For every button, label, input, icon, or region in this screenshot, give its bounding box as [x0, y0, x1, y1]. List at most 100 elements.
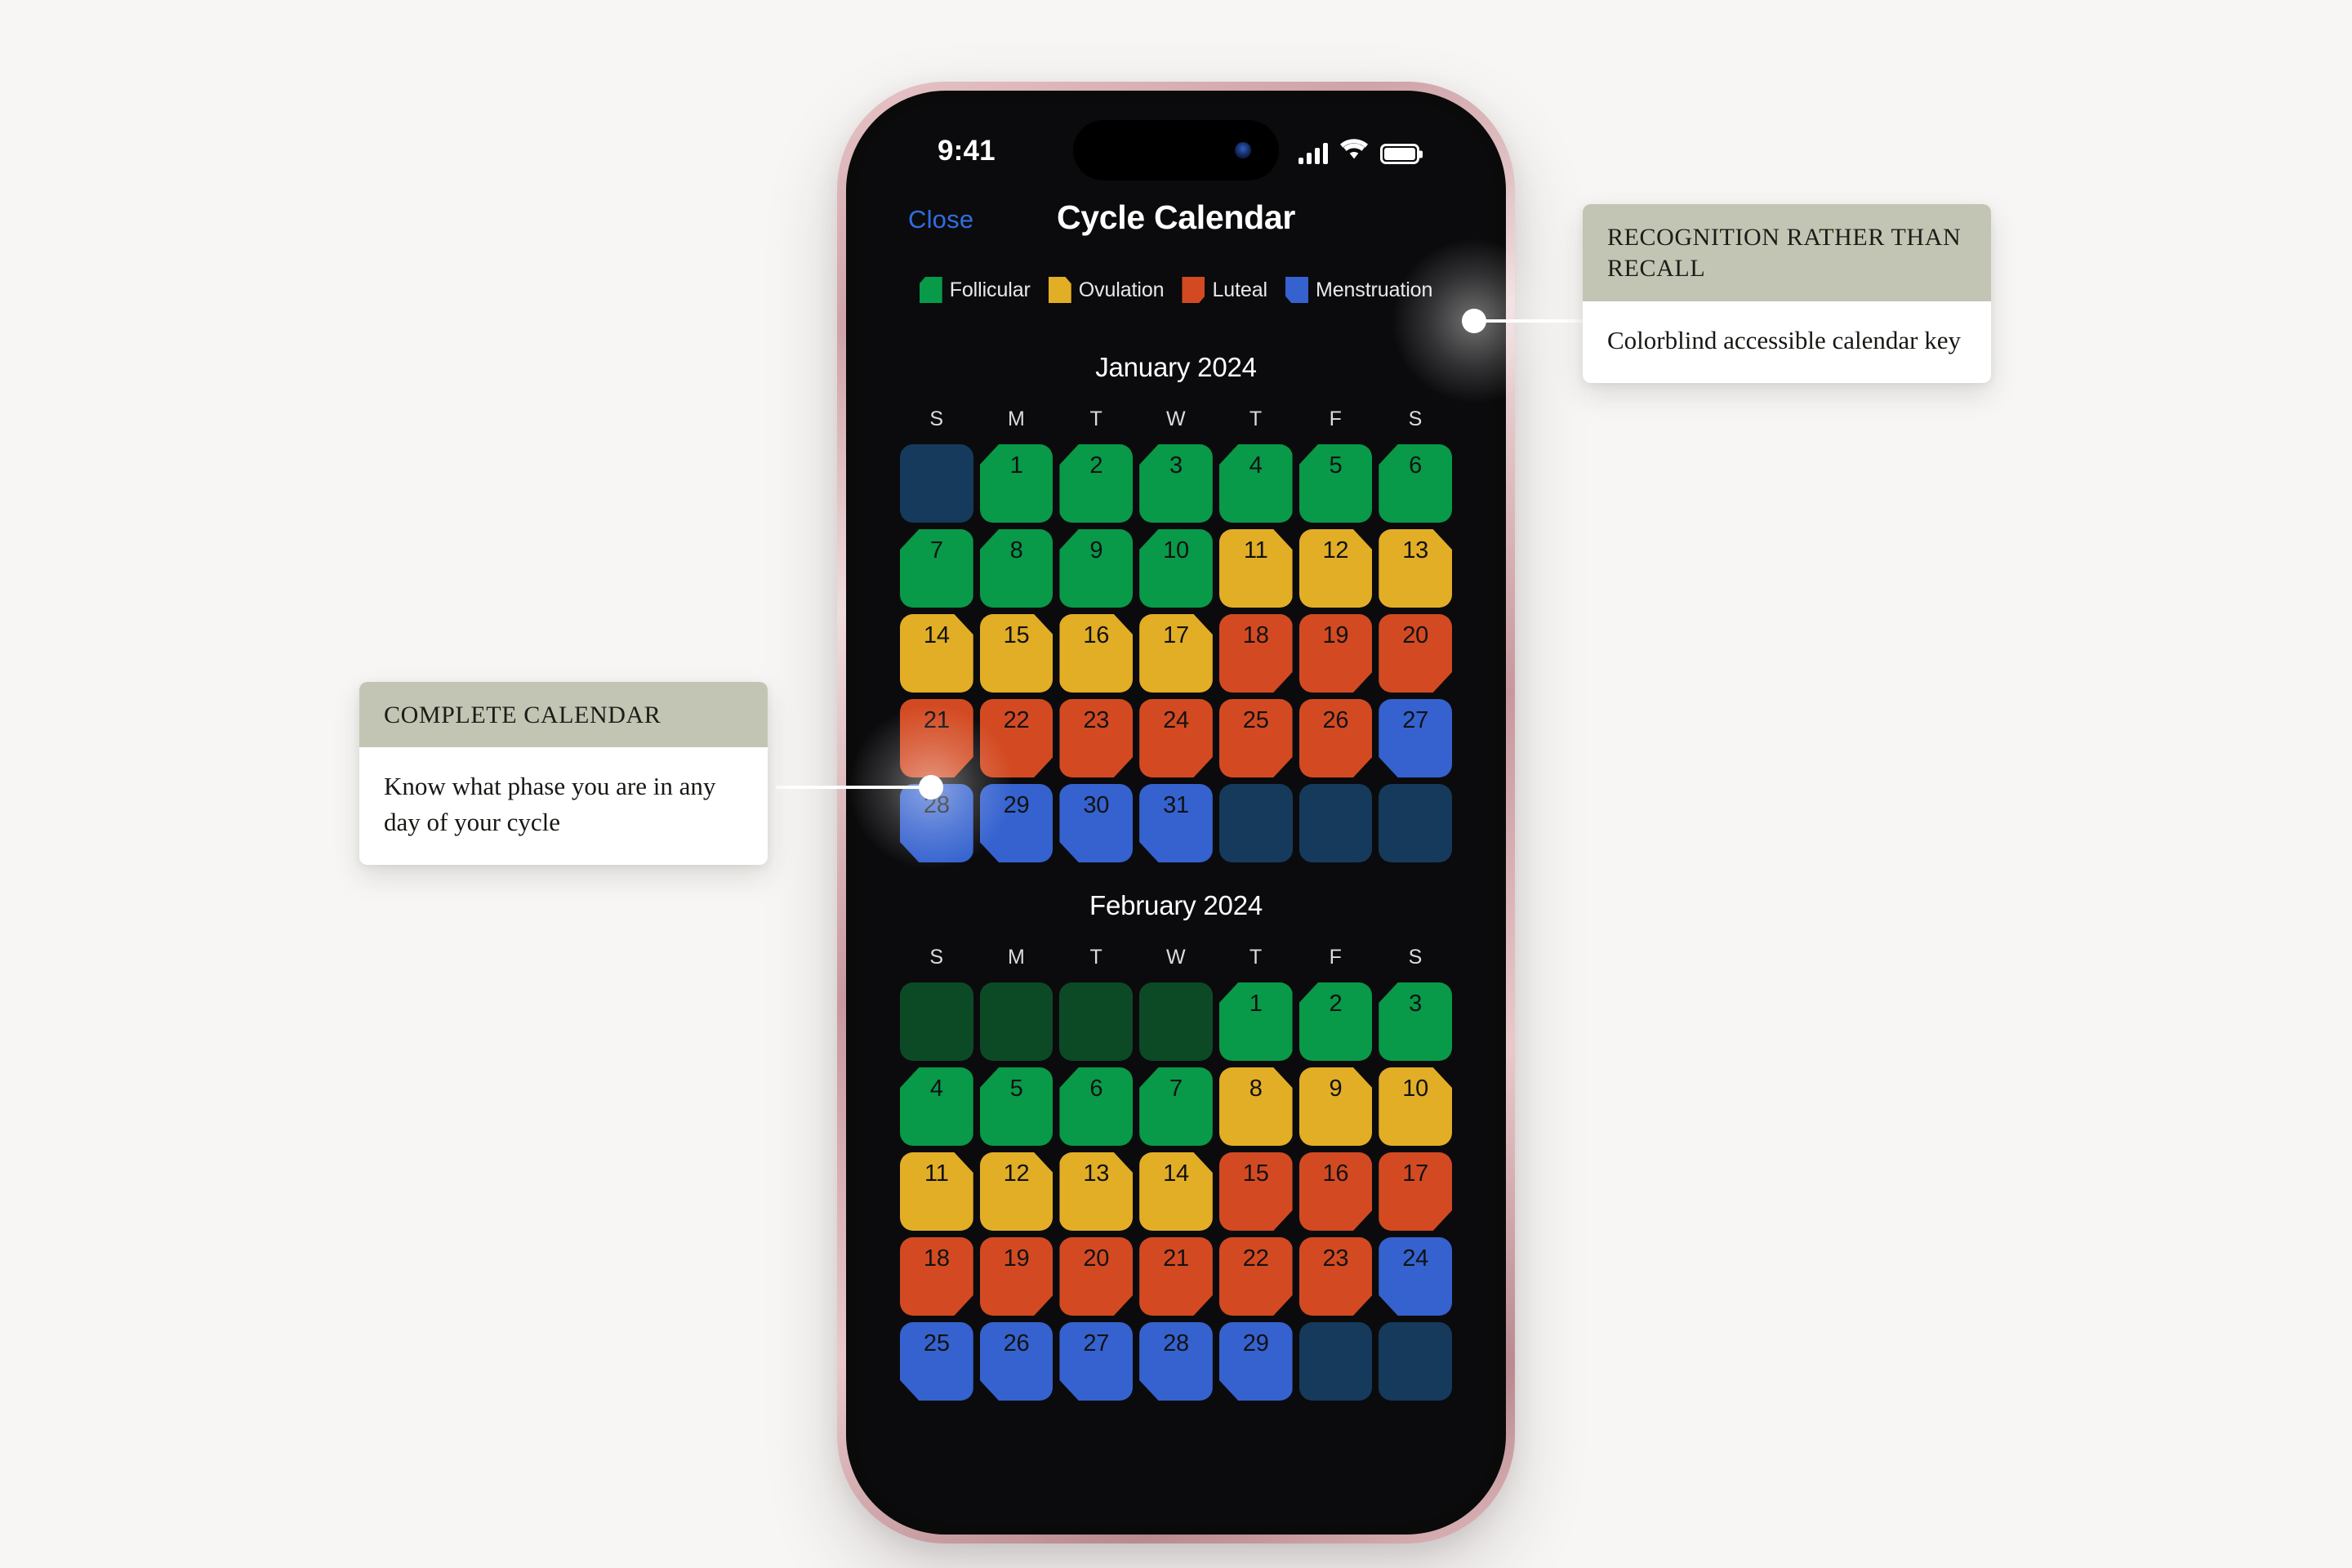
day-number: 2 — [1329, 991, 1343, 1017]
day-cell[interactable]: 5 — [979, 1067, 1054, 1146]
weekday-label: T — [1249, 408, 1263, 430]
calendar-scroll-area[interactable]: January 2024 S M T W T F S 1 2 3 4 5 6 7 8 9 10 11 12 13 14 15… — [858, 310, 1494, 1401]
weekday-label: W — [1166, 408, 1186, 430]
day-cell[interactable]: 4 — [900, 1067, 973, 1146]
day-number: 12 — [1003, 1160, 1030, 1187]
day-cell[interactable]: 16 — [1298, 1152, 1373, 1231]
day-cell[interactable]: 12 — [979, 1152, 1054, 1231]
day-cell[interactable]: 24 — [1379, 1237, 1452, 1316]
day-cell[interactable]: 22 — [1218, 1237, 1293, 1316]
front-camera-icon — [1235, 142, 1251, 158]
day-cell[interactable]: 23 — [1298, 1237, 1373, 1316]
day-cell[interactable]: 7 — [900, 529, 973, 608]
day-cell[interactable]: 11 — [900, 1152, 973, 1231]
dynamic-island — [1073, 120, 1279, 180]
connector-line-right — [1478, 319, 1588, 323]
day-cell[interactable]: 7 — [1139, 1067, 1213, 1146]
day-cell[interactable]: 23 — [1059, 699, 1134, 777]
day-cell[interactable]: 20 — [1059, 1237, 1134, 1316]
close-button[interactable]: Close — [908, 205, 973, 234]
day-number: 6 — [1089, 1076, 1103, 1102]
day-number: 20 — [1402, 622, 1429, 648]
day-cell[interactable]: 1 — [979, 444, 1054, 523]
day-number: 26 — [1003, 1330, 1030, 1356]
day-cell-empty — [1059, 982, 1134, 1061]
day-cell[interactable]: 8 — [1218, 1067, 1293, 1146]
day-cell[interactable]: 21 — [900, 699, 973, 777]
day-cell[interactable]: 19 — [979, 1237, 1054, 1316]
phone-screen: 9:41 Close Cycle Calendar Follicular Ovu… — [858, 102, 1494, 1523]
weekday-header-row: SMTWTFS — [900, 408, 1452, 431]
day-cell[interactable]: 16 — [1059, 614, 1134, 693]
weekday-label: M — [1007, 408, 1026, 430]
day-cell[interactable]: 26 — [979, 1322, 1054, 1401]
day-cell[interactable]: 26 — [1298, 699, 1373, 777]
day-grid: 1 2 3 4 5 6 7 8 9 10 11 12 13 14 15 16 17 18 19 20 21 22 23 24 2… — [900, 444, 1452, 862]
day-cell[interactable]: 25 — [900, 1322, 973, 1401]
day-number: 8 — [1249, 1076, 1263, 1102]
cellular-signal-icon — [1298, 143, 1328, 164]
day-cell[interactable]: 10 — [1139, 529, 1213, 608]
day-cell[interactable]: 18 — [1218, 614, 1293, 693]
weekday-label: W — [1166, 946, 1186, 969]
day-cell[interactable]: 29 — [979, 784, 1054, 862]
day-number: 30 — [1083, 792, 1110, 818]
legend-item-luteal: Luteal — [1182, 277, 1267, 303]
legend-swatch-icon — [1048, 277, 1071, 303]
status-bar: 9:41 — [858, 102, 1494, 194]
day-cell[interactable]: 5 — [1298, 444, 1373, 523]
day-cell[interactable]: 17 — [1139, 614, 1213, 693]
day-cell[interactable]: 29 — [1218, 1322, 1293, 1401]
month-title: February 2024 — [1089, 890, 1263, 920]
day-cell[interactable]: 14 — [900, 614, 973, 693]
day-cell[interactable]: 20 — [1379, 614, 1452, 693]
day-number: 17 — [1163, 622, 1189, 648]
day-cell[interactable]: 27 — [1379, 699, 1452, 777]
day-cell[interactable]: 15 — [1218, 1152, 1293, 1231]
day-cell[interactable]: 11 — [1218, 529, 1293, 608]
day-cell[interactable]: 14 — [1139, 1152, 1213, 1231]
day-cell-empty — [1379, 784, 1452, 862]
day-cell-empty — [1298, 1322, 1373, 1401]
day-cell[interactable]: 10 — [1379, 1067, 1452, 1146]
day-number: 5 — [1009, 1076, 1023, 1102]
day-cell[interactable]: 13 — [1379, 529, 1452, 608]
day-number: 8 — [1009, 537, 1023, 564]
day-cell-empty — [900, 982, 973, 1061]
day-cell[interactable]: 19 — [1298, 614, 1373, 693]
day-cell[interactable]: 9 — [1298, 1067, 1373, 1146]
day-cell[interactable]: 2 — [1298, 982, 1373, 1061]
weekday-label: T — [1089, 408, 1103, 430]
weekday-label: T — [1089, 946, 1103, 969]
day-number: 28 — [1163, 1330, 1189, 1356]
day-cell[interactable]: 25 — [1218, 699, 1293, 777]
day-cell[interactable]: 2 — [1059, 444, 1134, 523]
day-cell[interactable]: 3 — [1139, 444, 1213, 523]
weekday-label: S — [929, 408, 944, 430]
day-cell[interactable]: 31 — [1139, 784, 1213, 862]
day-cell[interactable]: 12 — [1298, 529, 1373, 608]
day-cell[interactable]: 21 — [1139, 1237, 1213, 1316]
day-number: 22 — [1003, 707, 1030, 733]
day-number: 13 — [1402, 537, 1429, 564]
day-cell[interactable]: 13 — [1059, 1152, 1134, 1231]
day-cell[interactable]: 30 — [1059, 784, 1134, 862]
day-cell[interactable]: 17 — [1379, 1152, 1452, 1231]
day-cell[interactable]: 1 — [1218, 982, 1293, 1061]
battery-icon — [1380, 144, 1419, 164]
day-cell[interactable]: 18 — [900, 1237, 973, 1316]
day-cell[interactable]: 4 — [1218, 444, 1293, 523]
day-cell[interactable]: 24 — [1139, 699, 1213, 777]
day-cell[interactable]: 8 — [979, 529, 1054, 608]
day-number: 16 — [1083, 622, 1110, 648]
day-cell[interactable]: 6 — [1059, 1067, 1134, 1146]
day-cell[interactable]: 15 — [979, 614, 1054, 693]
day-cell[interactable]: 28 — [1139, 1322, 1213, 1401]
day-number: 26 — [1322, 707, 1349, 733]
day-number: 4 — [929, 1076, 943, 1102]
day-cell[interactable]: 6 — [1379, 444, 1452, 523]
day-cell[interactable]: 3 — [1379, 982, 1452, 1061]
day-cell[interactable]: 9 — [1059, 529, 1134, 608]
day-cell[interactable]: 27 — [1059, 1322, 1134, 1401]
day-cell[interactable]: 22 — [979, 699, 1054, 777]
